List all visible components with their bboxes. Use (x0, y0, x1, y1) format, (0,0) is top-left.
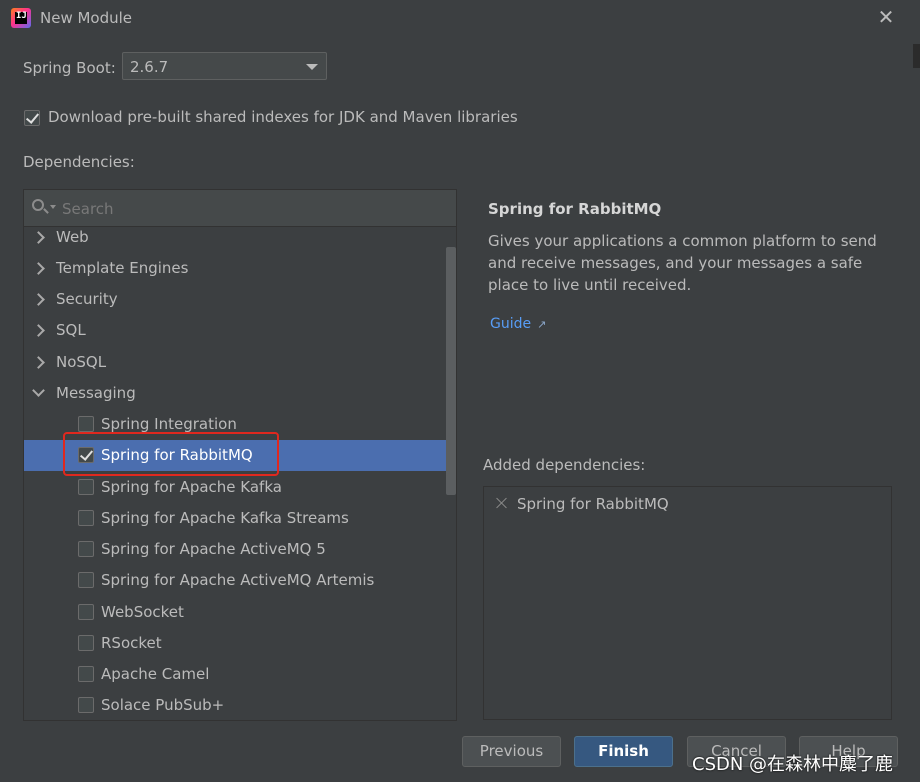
chevron-down-icon (32, 384, 45, 397)
search-options-caret-icon[interactable] (50, 205, 56, 209)
watermark-text: CSDN @在森林中麋了鹿 (692, 754, 894, 775)
spring-boot-version-value: 2.6.7 (130, 58, 169, 76)
remove-icon[interactable] (496, 497, 508, 509)
download-indexes-checkbox[interactable] (24, 110, 40, 126)
previous-button[interactable]: Previous (462, 736, 561, 767)
category-label: Security (56, 290, 118, 308)
chevron-right-icon (32, 293, 45, 306)
window-edge (913, 44, 920, 68)
dependency-item-spring-for-apache-kafka[interactable]: Spring for Apache Kafka (24, 472, 456, 503)
chevron-right-icon (32, 324, 45, 337)
chevron-right-icon (32, 356, 45, 369)
dependency-checkbox[interactable] (78, 572, 94, 588)
dependency-checkbox[interactable] (78, 510, 94, 526)
dependency-label: Spring for Apache ActiveMQ 5 (101, 540, 326, 558)
dependency-label: Spring for Apache Kafka Streams (101, 509, 349, 527)
intellij-app-icon: IJ (11, 8, 31, 28)
dependency-item-rsocket[interactable]: RSocket (24, 628, 456, 659)
finish-button[interactable]: Finish (574, 736, 673, 767)
dependency-item-spring-for-apache-activemq-5[interactable]: Spring for Apache ActiveMQ 5 (24, 534, 456, 565)
category-web[interactable]: Web (24, 222, 456, 253)
dependency-item-websocket[interactable]: WebSocket (24, 597, 456, 628)
dependency-label: Spring Integration (101, 415, 237, 433)
detail-title: Spring for RabbitMQ (488, 200, 662, 218)
window-title: New Module (40, 9, 133, 27)
dependency-item-solace-pubsub[interactable]: Solace PubSub+ (24, 690, 456, 720)
category-label: Template Engines (56, 259, 189, 277)
dependency-label: Apache Camel (101, 665, 210, 683)
category-label: SQL (56, 321, 86, 339)
category-template-engines[interactable]: Template Engines (24, 253, 456, 284)
detail-description: Gives your applications a common platfor… (488, 232, 877, 294)
dependency-label: Solace PubSub+ (101, 696, 225, 714)
added-dependencies-list: Spring for RabbitMQ (483, 486, 892, 720)
close-icon[interactable]: ✕ (876, 6, 896, 28)
category-label: NoSQL (56, 353, 107, 371)
dependency-checkbox[interactable] (78, 479, 94, 495)
dependency-item-spring-for-apache-kafka-streams[interactable]: Spring for Apache Kafka Streams (24, 503, 456, 534)
dependency-label: WebSocket (101, 603, 184, 621)
dependency-item-spring-for-apache-activemq-artemis[interactable]: Spring for Apache ActiveMQ Artemis (24, 565, 456, 596)
added-dependencies-label: Added dependencies: (483, 456, 646, 474)
dependency-checkbox[interactable] (78, 541, 94, 557)
chevron-right-icon (32, 262, 45, 275)
dependency-label: RSocket (101, 634, 162, 652)
search-icon[interactable] (32, 199, 44, 211)
category-label: Messaging (56, 384, 136, 402)
external-link-icon: ↗ (537, 318, 547, 331)
category-sql[interactable]: SQL (24, 315, 456, 346)
dependency-checkbox[interactable] (78, 604, 94, 620)
tree-scrollbar[interactable] (446, 247, 456, 495)
search-input[interactable] (60, 198, 444, 220)
dependencies-label: Dependencies: (23, 153, 135, 171)
category-label: Web (56, 228, 89, 246)
category-nosql[interactable]: NoSQL (24, 347, 456, 378)
annotation-highlight-box (63, 432, 279, 476)
dependency-label: Spring for Apache ActiveMQ Artemis (101, 571, 375, 589)
download-indexes-label: Download pre-built shared indexes for JD… (48, 108, 518, 126)
chevron-right-icon (32, 231, 45, 244)
dropdown-arrow-icon (306, 64, 318, 70)
dependency-checkbox[interactable] (78, 666, 94, 682)
spring-boot-version-select[interactable]: 2.6.7 (122, 52, 327, 80)
added-dependency-label: Spring for RabbitMQ (517, 495, 669, 513)
dependency-checkbox[interactable] (78, 635, 94, 651)
guide-label: Guide (490, 316, 532, 332)
category-security[interactable]: Security (24, 284, 456, 315)
spring-boot-label: Spring Boot: (23, 59, 116, 77)
category-messaging[interactable]: Messaging (24, 378, 456, 409)
dependency-item-apache-camel[interactable]: Apache Camel (24, 659, 456, 690)
title-bar: IJ New Module ✕ (0, 0, 920, 36)
dependency-label: Spring for Apache Kafka (101, 478, 282, 496)
dependency-checkbox[interactable] (78, 416, 94, 432)
guide-link[interactable]: Guide ↗ (490, 316, 546, 332)
dependency-checkbox[interactable] (78, 697, 94, 713)
